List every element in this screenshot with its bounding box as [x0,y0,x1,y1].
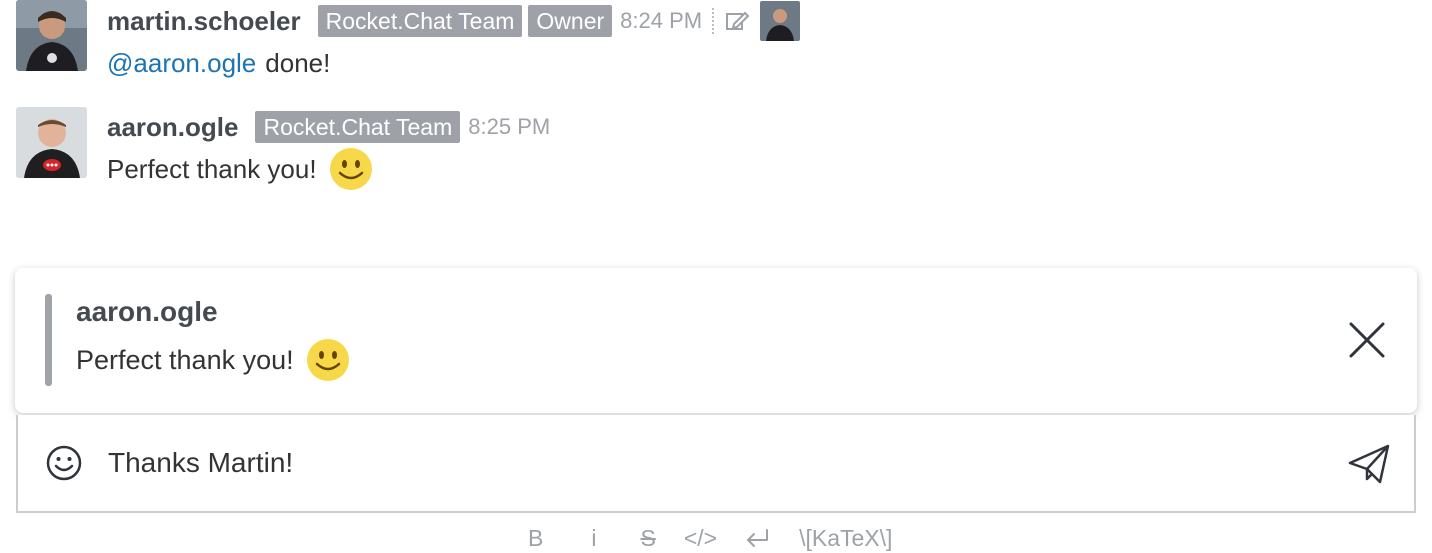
smile-emoji-icon [329,147,373,191]
formatting-toolbar: B i S </> \[KaTeX\] [528,523,920,553]
multiline-icon[interactable] [745,528,771,548]
quote-bar [45,294,52,386]
role-tag: Owner [528,5,613,37]
message-header: martin.schoeler Rocket.Chat Team Owner 8… [107,1,801,41]
message-time[interactable]: 8:24 PM [620,8,702,34]
role-tag: Rocket.Chat Team [255,111,461,143]
message-body: Perfect thank you! [107,146,373,192]
code-button[interactable]: </> [684,525,717,552]
role-tag: Rocket.Chat Team [317,5,523,37]
send-icon[interactable] [1346,441,1392,487]
reply-text-row: Perfect thank you! [76,338,350,382]
smile-emoji-icon [306,338,350,382]
message-body: @aaron.ogle done! [107,44,330,82]
avatar[interactable] [16,0,87,71]
divider [712,8,715,34]
reply-username: aaron.ogle [76,296,218,327]
italic-button[interactable]: i [591,525,596,552]
username[interactable]: aaron.ogle [107,112,238,143]
bold-button[interactable]: B [528,525,543,552]
message-input[interactable]: Thanks Martin! [108,441,1308,485]
message-composer: Thanks Martin! [16,415,1416,513]
message-header: aaron.ogle Rocket.Chat Team 8:25 PM [107,110,550,144]
message-text: done! [265,47,331,78]
mention-link[interactable]: @aaron.ogle [107,48,256,79]
emoji-picker-icon[interactable] [44,443,84,483]
katex-button[interactable]: \[KaTeX\] [799,525,892,552]
message-time[interactable]: 8:25 PM [468,114,550,140]
message-text: Perfect thank you! [107,153,317,184]
close-icon[interactable] [1347,320,1387,360]
strike-button[interactable]: S [640,525,655,552]
username[interactable]: martin.schoeler [107,6,301,37]
avatar[interactable] [16,107,87,178]
message-input-value: Thanks Martin! [108,447,294,478]
editor-avatar [760,1,801,41]
reply-text: Perfect thank you! [76,344,294,375]
edit-icon[interactable] [724,8,750,34]
reply-preview: aaron.ogle Perfect thank you! [15,268,1417,413]
